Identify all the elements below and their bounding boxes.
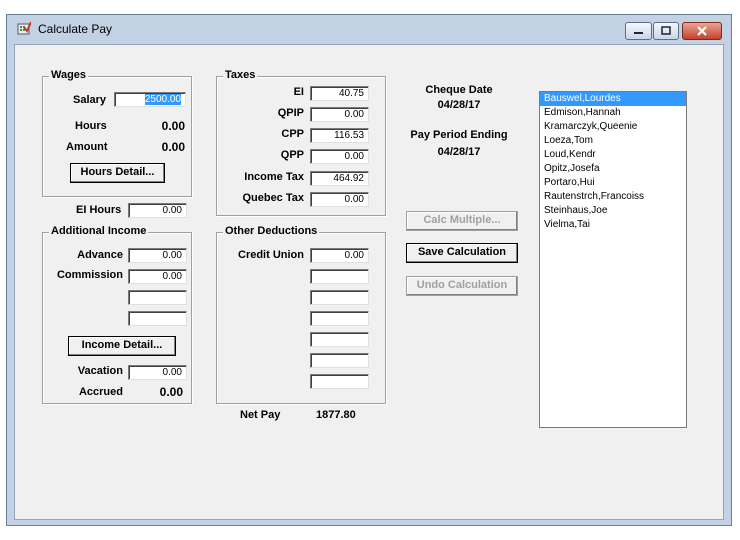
deduction-input-5[interactable] [310, 332, 369, 347]
income-tax-input[interactable]: 464.92 [310, 171, 369, 186]
employee-list-item[interactable]: Opitz,Josefa [540, 162, 686, 176]
deduction-input-4[interactable] [310, 311, 369, 326]
taxes-legend: Taxes [223, 69, 258, 81]
ei-hours-input[interactable]: 0.00 [128, 203, 187, 218]
dialog-client-area: Wages Salary 2500.00 Hours 0.00 Amount 0… [14, 44, 724, 520]
pay-period-ending-label: Pay Period Ending [410, 129, 508, 141]
close-icon [697, 26, 707, 36]
deduction-input-6[interactable] [310, 353, 369, 368]
salary-label: Salary [73, 94, 107, 106]
employee-list-item[interactable]: Portaro,Hui [540, 176, 686, 190]
income-tax-label: Income Tax [244, 171, 304, 183]
ei-label: EI [293, 86, 304, 98]
deduction-input-7[interactable] [310, 374, 369, 389]
advance-label: Advance [77, 249, 123, 261]
salary-input[interactable]: 2500.00 [114, 92, 186, 107]
income-extra-input-1[interactable] [128, 290, 187, 305]
cpp-input[interactable]: 116.53 [310, 128, 369, 143]
maximize-button[interactable] [653, 22, 679, 40]
pay-period-ending-value: 04/28/17 [437, 146, 481, 158]
close-button[interactable] [682, 22, 722, 40]
income-extra-input-2[interactable] [128, 311, 187, 326]
hours-value: 0.00 [161, 119, 185, 133]
additional-income-legend: Additional Income [49, 225, 149, 237]
hours-detail-button[interactable]: Hours Detail... [70, 163, 165, 183]
employee-list-item[interactable]: Kramarczyk,Queenie [540, 120, 686, 134]
net-pay-value: 1877.80 [316, 409, 356, 421]
other-deductions-legend: Other Deductions [223, 225, 320, 237]
vacation-input[interactable]: 0.00 [128, 365, 187, 380]
minimize-icon [634, 32, 643, 34]
window-title: Calculate Pay [38, 22, 113, 36]
net-pay-label: Net Pay [240, 409, 281, 421]
vacation-label: Vacation [77, 365, 123, 377]
amount-label: Amount [66, 141, 108, 153]
ei-input[interactable]: 40.75 [310, 86, 369, 101]
cpp-label: CPP [281, 128, 304, 140]
qpp-label: QPP [280, 149, 304, 161]
undo-calculation-button[interactable]: Undo Calculation [406, 276, 518, 296]
deduction-input-3[interactable] [310, 290, 369, 305]
calc-multiple-button[interactable]: Calc Multiple... [406, 211, 518, 231]
deduction-input-2[interactable] [310, 269, 369, 284]
minimize-button[interactable] [625, 22, 652, 40]
credit-union-input[interactable]: 0.00 [310, 248, 369, 263]
cheque-date-label: Cheque Date [425, 84, 493, 96]
employee-list-item[interactable]: Loud,Kendr [540, 148, 686, 162]
salary-value: 2500.00 [144, 94, 181, 105]
credit-union-label: Credit Union [238, 249, 304, 261]
cheque-date-value: 04/28/17 [437, 99, 481, 111]
hours-label: Hours [75, 120, 107, 132]
employee-list[interactable]: Bauswel,Lourdes Edmison,Hannah Kramarczyk,… [539, 91, 687, 428]
amount-value: 0.00 [161, 140, 185, 154]
employee-list-item[interactable]: Edmison,Hannah [540, 106, 686, 120]
employee-list-item[interactable]: Steinhaus,Joe [540, 204, 686, 218]
save-calculation-button[interactable]: Save Calculation [406, 243, 518, 263]
qpip-label: QPIP [277, 107, 304, 119]
qpip-input[interactable]: 0.00 [310, 107, 369, 122]
commission-label: Commission [56, 269, 123, 281]
commission-input[interactable]: 0.00 [128, 269, 187, 284]
employee-list-item[interactable]: Vielma,Tai [540, 218, 686, 232]
accrued-value: 0.00 [159, 385, 183, 399]
accrued-label: Accrued [78, 386, 123, 398]
maximize-icon [661, 26, 671, 35]
employee-list-item[interactable]: Rautenstrch,Francoiss [540, 190, 686, 204]
qpp-input[interactable]: 0.00 [310, 149, 369, 164]
title-bar[interactable]: Calculate Pay [7, 15, 731, 43]
calculate-pay-window: Calculate Pay Wages Salary 2500.00 Hours… [6, 14, 732, 526]
employee-list-item[interactable]: Bauswel,Lourdes [540, 92, 686, 106]
advance-input[interactable]: 0.00 [128, 248, 187, 263]
quebec-tax-label: Quebec Tax [242, 192, 304, 204]
calculator-icon [17, 21, 31, 35]
quebec-tax-input[interactable]: 0.00 [310, 192, 369, 207]
wages-legend: Wages [49, 69, 89, 81]
ei-hours-label: EI Hours [76, 204, 122, 216]
employee-list-item[interactable]: Loeza,Tom [540, 134, 686, 148]
income-detail-button[interactable]: Income Detail... [68, 336, 176, 356]
